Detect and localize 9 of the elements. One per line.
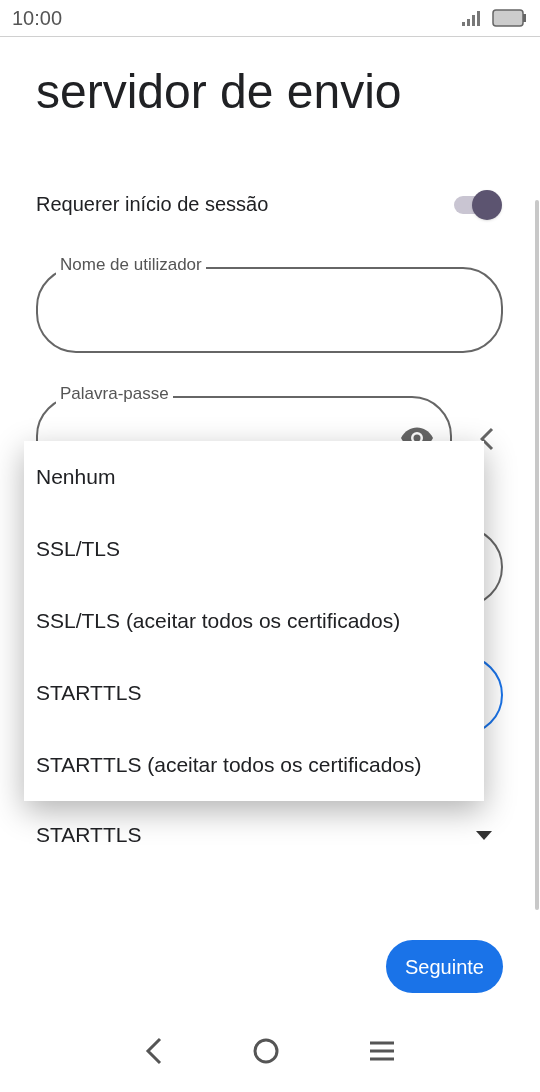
menu-item[interactable]: STARTTLS <box>24 657 484 729</box>
next-button[interactable]: Seguinte <box>386 940 503 993</box>
page-title: servidor de envio <box>36 64 403 120</box>
menu-item[interactable]: SSL/TLS (aceitar todos os certificados) <box>24 585 484 657</box>
status-time: 10:00 <box>12 6 63 31</box>
menu-item[interactable]: SSL/TLS <box>24 513 484 585</box>
toggle-label: Requerer início de sessão <box>36 192 269 217</box>
security-dropdown[interactable]: STARTTLS <box>36 815 492 855</box>
menu-item[interactable]: STARTTLS (aceitar todos os certificados) <box>24 729 484 801</box>
